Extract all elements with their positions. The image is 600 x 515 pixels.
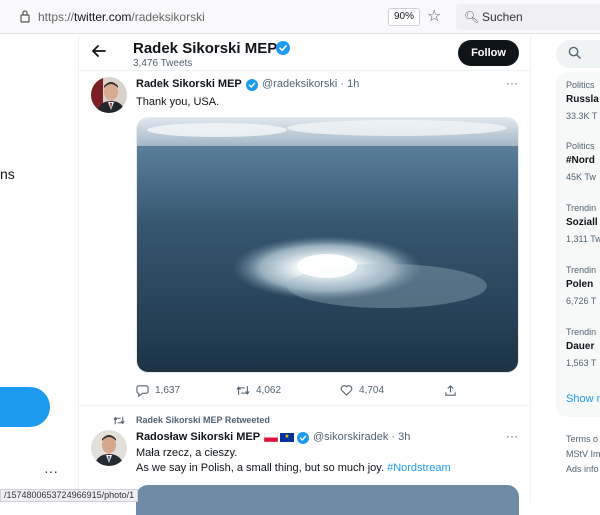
like-button[interactable]: 4,704: [340, 384, 384, 397]
divider: [79, 70, 530, 71]
tweet-text: As we say in Polish, a small thing, but …: [136, 462, 451, 474]
eu-flag-icon: ★: [280, 433, 294, 442]
tweet-text: Mała rzecz, a cieszy.: [136, 447, 238, 459]
hashtag-link[interactable]: #Nordstream: [387, 462, 451, 474]
tweet-handle-time[interactable]: @radeksikorski · 1h: [262, 78, 359, 90]
retweet-count: 4,062: [256, 385, 282, 397]
trend-count: 33.3K T: [566, 111, 598, 121]
compose-tweet-button[interactable]: [0, 387, 50, 427]
tweet-author-name[interactable]: Radek Sikorski MEP: [136, 78, 242, 90]
search-icon: 🔍︎: [464, 10, 480, 24]
footer-link[interactable]: Ads info: [566, 464, 599, 474]
trend-count: 1,311 Tw: [566, 234, 600, 244]
left-nav: [0, 35, 78, 502]
profile-name: Radek Sikorski MEP: [133, 40, 278, 57]
status-bar-url: /1574800653724966915/photo/1: [0, 489, 139, 502]
trend-category: Trendin: [566, 265, 597, 275]
show-more-link[interactable]: Show m: [566, 393, 600, 405]
trend-count: 6,726 T: [566, 296, 597, 306]
url-path: /radeksikorski: [131, 10, 205, 24]
like-count: 4,704: [359, 385, 385, 397]
tweet-text-line: As we say in Polish, a small thing, but …: [136, 462, 385, 474]
tweet-text: Thank you, USA.: [136, 96, 220, 108]
trend-item[interactable]: Polen: [566, 279, 593, 290]
trend-item[interactable]: #Nord: [566, 155, 595, 166]
tweet-photo[interactable]: [136, 485, 519, 515]
trend-category: Politics: [566, 80, 595, 90]
retweeted-by-label[interactable]: Radek Sikorski MEP Retweeted: [136, 415, 270, 425]
url-host: twitter.com: [74, 10, 132, 24]
reply-icon: [136, 385, 149, 398]
lock-icon: [20, 10, 30, 23]
avatar[interactable]: [91, 430, 127, 466]
tweet-author-name[interactable]: Radosław Sikorski MEP: [136, 431, 260, 443]
address-bar[interactable]: https://twitter.com/radeksikorski: [38, 10, 205, 24]
tweet-photo[interactable]: [136, 117, 519, 373]
trend-category: Politics: [566, 141, 595, 151]
trend-item[interactable]: Russla: [566, 94, 599, 105]
avatar[interactable]: [91, 77, 127, 113]
trend-count: 45K Tw: [566, 172, 596, 182]
trend-item[interactable]: Dauer: [566, 341, 594, 352]
bookmark-star-icon[interactable]: ☆: [427, 6, 441, 26]
verified-badge-icon: [276, 41, 290, 55]
more-options-icon[interactable]: ···: [506, 76, 518, 90]
verified-badge-icon: [297, 432, 309, 444]
browser-search-box[interactable]: 🔍︎ Suchen: [456, 4, 600, 30]
search-icon: [568, 46, 581, 62]
retweet-icon: [236, 386, 250, 395]
tweet-count: 3,476 Tweets: [133, 58, 193, 69]
footer-link[interactable]: MStV Im: [566, 449, 600, 459]
trend-count: 1,563 T: [566, 358, 597, 368]
reply-button[interactable]: 1,637: [136, 384, 181, 398]
divider: [79, 405, 530, 406]
more-options-icon[interactable]: ···: [44, 463, 58, 479]
trend-category: Trendin: [566, 327, 597, 337]
more-options-icon[interactable]: ···: [506, 429, 518, 443]
verified-badge-icon: [246, 79, 258, 91]
browser-toolbar: https://twitter.com/radeksikorski 90% ☆ …: [0, 0, 600, 34]
back-arrow-icon[interactable]: [91, 44, 107, 63]
nav-item-label-partial[interactable]: ns: [0, 166, 15, 182]
share-icon: [445, 385, 456, 396]
browser-search-label: Suchen: [482, 10, 523, 24]
tweet-handle-time[interactable]: @sikorskiradek · 3h: [313, 431, 410, 443]
retweet-button[interactable]: 4,062: [236, 384, 281, 397]
footer-link[interactable]: Terms o: [566, 434, 598, 444]
follow-button[interactable]: Follow: [458, 40, 519, 66]
trend-category: Trendin: [566, 203, 597, 213]
poland-flag-icon: [264, 433, 278, 442]
url-prefix: https://: [38, 10, 75, 24]
zoom-indicator[interactable]: 90%: [388, 8, 420, 26]
reply-count: 1,637: [155, 385, 181, 397]
heart-icon: [340, 385, 353, 396]
retweet-icon: [113, 415, 125, 429]
share-button[interactable]: [444, 384, 463, 397]
trend-item[interactable]: Soziall: [566, 217, 598, 228]
twitter-search-input[interactable]: [556, 40, 600, 68]
